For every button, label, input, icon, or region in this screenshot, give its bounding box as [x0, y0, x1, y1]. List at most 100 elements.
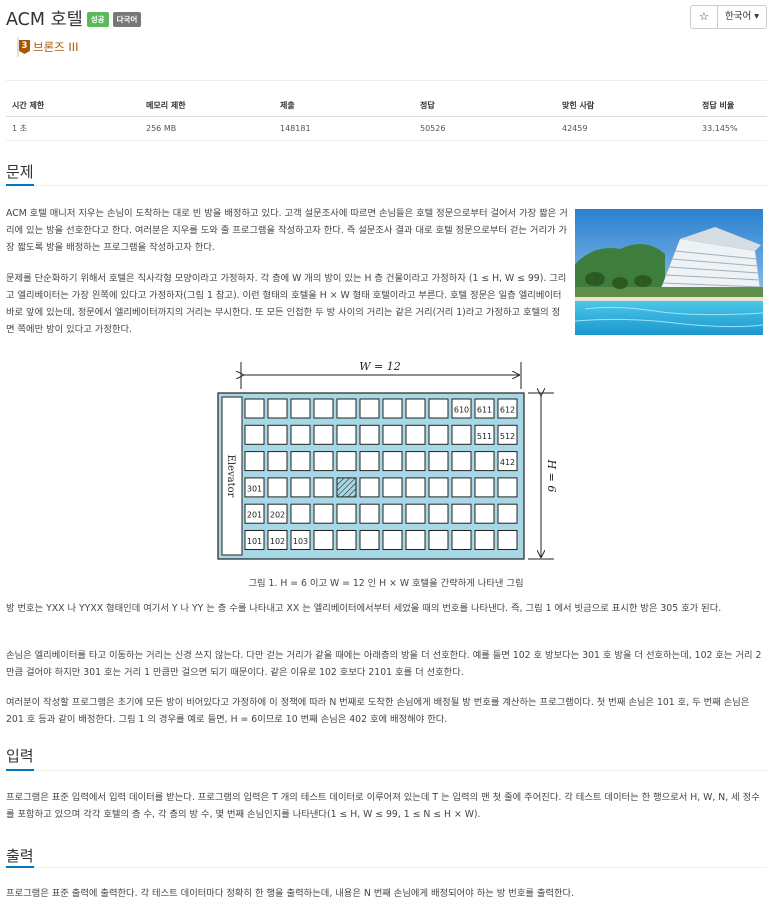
table-row: 1 초 256 MB 148181 50526 42459 33.145%: [6, 116, 767, 141]
description-paragraph: 손님은 엘리베이터를 타고 이동하는 거리는 신경 쓰지 않는다. 다만 걷는 …: [6, 650, 762, 678]
room-cell: [359, 530, 380, 550]
star-icon[interactable]: ☆: [689, 5, 718, 29]
room-label: 511: [477, 432, 492, 441]
room-cell: [474, 503, 495, 524]
submissions-value[interactable]: 148181: [274, 116, 414, 141]
room-cell: [359, 424, 380, 445]
room-cell: [451, 530, 472, 550]
width-label: W = 12: [359, 360, 401, 373]
header-divider: [6, 80, 767, 81]
room-cell: [267, 398, 288, 419]
tier-row[interactable]: 3 브론즈 III: [17, 37, 79, 57]
room-label: 202: [270, 511, 285, 520]
room-cell: [428, 530, 449, 550]
description-paragraph: ACM 호텔 매니저 지우는 손님이 도착하는 대로 빈 방을 배정하고 있다.…: [6, 208, 568, 253]
room-cell: [428, 451, 449, 472]
room-label: 102: [270, 537, 285, 546]
table-header-row: 시간 제한 메모리 제한 제출 정답 맞힌 사람 정답 비율: [6, 95, 767, 117]
room-cell: [313, 477, 334, 498]
room-cell: [336, 530, 357, 550]
room-cell: [497, 530, 518, 550]
room-cell: [313, 530, 334, 550]
room-cell: [244, 424, 265, 445]
top-buttons: ☆ 한국어 ▾: [689, 5, 767, 29]
room-cell: [244, 398, 265, 419]
room-cell: [313, 451, 334, 472]
section-accent: [6, 866, 34, 868]
room-label: 412: [500, 458, 515, 467]
room-cell: [290, 503, 311, 524]
header-accepted: 정답: [414, 95, 556, 117]
room-cell: [290, 477, 311, 498]
room-cell: [267, 451, 288, 472]
room-cell: [382, 398, 403, 419]
room-cell: [428, 398, 449, 419]
header-ratio: 정답 비율: [696, 95, 767, 117]
room-cell: [290, 398, 311, 419]
room-cell: [382, 424, 403, 445]
room-cell: [451, 424, 472, 445]
tier-icon: 3: [19, 40, 30, 54]
hotel-image: [575, 209, 763, 335]
room-cell: [359, 503, 380, 524]
room-label: 512: [500, 432, 515, 441]
room-cell: [451, 451, 472, 472]
room-cell: [336, 398, 357, 419]
room-cell: [497, 477, 518, 498]
room-cell: [405, 424, 426, 445]
section-divider: [6, 185, 767, 186]
problem-header: ACM 호텔 성공 다국어: [6, 5, 142, 31]
room-cell: [428, 503, 449, 524]
section-title-input: 입력: [6, 747, 34, 765]
room-cell: [336, 424, 357, 445]
room-cell: [336, 503, 357, 524]
section-accent: [6, 184, 34, 186]
room-label: 201: [247, 511, 262, 520]
language-dropdown[interactable]: 한국어 ▾: [717, 5, 767, 29]
room-cell: [313, 503, 334, 524]
description-paragraph: 방 번호는 YXX 나 YYXX 형태인데 여기서 Y 나 YY 는 층 수를 …: [6, 603, 722, 614]
header-submissions: 제출: [274, 95, 414, 117]
success-badge[interactable]: 성공: [86, 11, 109, 27]
room-cell: [497, 503, 518, 524]
section-title-problem: 문제: [6, 163, 34, 181]
room-cell: [267, 477, 288, 498]
figure-caption: 그림 1. H = 6 이고 W = 12 인 H × W 호텔을 간략하게 나…: [248, 578, 524, 589]
room-cell: [382, 451, 403, 472]
room-cell: [359, 477, 380, 498]
room-cell: [428, 477, 449, 498]
ratio-value: 33.145%: [696, 116, 767, 141]
room-label: 101: [247, 537, 262, 546]
room-cell: [290, 451, 311, 472]
description-paragraph: 여러분이 작성할 프로그램은 초기에 모든 방이 비어있다고 가정하에 이 정책…: [6, 697, 750, 725]
section-divider: [6, 867, 767, 868]
room-cell: [405, 503, 426, 524]
problem-info-table: 시간 제한 메모리 제한 제출 정답 맞힌 사람 정답 비율 1 초 256 M…: [6, 95, 767, 141]
elevator-label: Elevator: [225, 455, 236, 498]
room-label: 610: [454, 406, 469, 415]
multilingual-badge[interactable]: 다국어: [112, 11, 142, 27]
time-limit-value: 1 초: [6, 116, 140, 141]
tier-label: 브론즈 III: [33, 40, 79, 54]
room-cell: [405, 530, 426, 550]
room-cell: [382, 477, 403, 498]
room-label: 611: [477, 406, 492, 415]
section-divider: [6, 770, 767, 771]
room-cell: [474, 477, 495, 498]
room-cell: [359, 398, 380, 419]
room-cell: [428, 424, 449, 445]
section-accent: [6, 769, 34, 771]
room-cell: [244, 451, 265, 472]
memory-limit-value: 256 MB: [140, 116, 274, 141]
room-cell: [405, 451, 426, 472]
room-cell: [451, 503, 472, 524]
hatched-room: [336, 477, 357, 498]
room-cell: [382, 530, 403, 550]
problem-title: ACM 호텔: [6, 9, 83, 30]
description-paragraph: 문제를 단순화하기 위해서 호텔은 직사각형 모양이라고 가정하자. 각 층에 …: [6, 273, 567, 335]
solved-users-value[interactable]: 42459: [556, 116, 696, 141]
room-cell: [474, 451, 495, 472]
room-label: 612: [500, 406, 515, 415]
room-cell: [382, 503, 403, 524]
room-label: 301: [247, 484, 262, 493]
